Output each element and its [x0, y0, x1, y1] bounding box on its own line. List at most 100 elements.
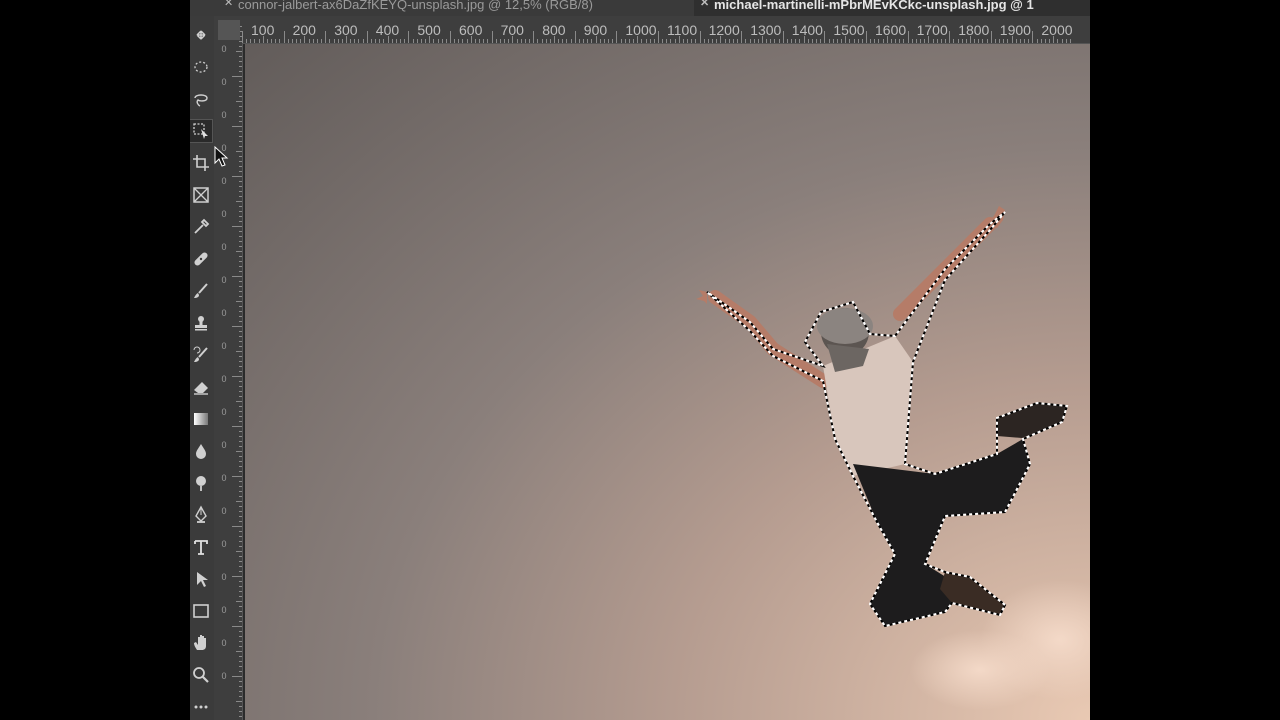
ruler-origin[interactable]: [218, 20, 240, 40]
ruler-tick: [239, 146, 242, 147]
ruler-tick: [300, 39, 302, 43]
ruler-tick: [239, 266, 242, 267]
move-icon[interactable]: [190, 24, 212, 46]
ruler-tick: [239, 606, 242, 607]
ruler-label: 0: [221, 308, 227, 318]
ruler-tick: [239, 371, 242, 372]
tab-label: connor-jalbert-ax6DaZfKEYQ-unsplash.jpg …: [238, 0, 593, 12]
pen-icon[interactable]: [190, 504, 212, 526]
ruler-tick: [239, 696, 242, 697]
ruler-tick: [945, 39, 947, 43]
drop-icon[interactable]: [190, 440, 212, 462]
ruler-tick: [316, 39, 318, 43]
path-selection-icon[interactable]: [190, 568, 212, 590]
ruler-tick: [928, 36, 930, 43]
ruler-tick: [239, 131, 242, 132]
ruler-tick: [545, 39, 547, 43]
frame-icon[interactable]: [190, 184, 212, 206]
ruler-tick: [239, 46, 242, 47]
ruler-tick: [239, 366, 242, 367]
ruler-tick: [232, 76, 242, 77]
ruler-tick: [516, 39, 518, 43]
object-selection-icon[interactable]: [190, 119, 213, 143]
ruler-tick: [239, 296, 242, 297]
ruler-tick: [239, 186, 242, 187]
ruler-label: 0: [221, 572, 227, 582]
ruler-tick: [612, 39, 614, 43]
ruler-tick: [239, 661, 242, 662]
ruler-tick: [728, 39, 730, 43]
ruler-tick: [239, 546, 242, 547]
ruler-tick: [239, 496, 242, 497]
ruler-tick: [232, 626, 242, 627]
close-icon[interactable]: ✕: [700, 0, 709, 9]
photoshop-window: ✕ connor-jalbert-ax6DaZfKEYQ-unsplash.jp…: [190, 0, 1090, 720]
ruler-tick: [986, 39, 988, 43]
ruler-tick: [387, 36, 389, 43]
ruler-tick: [603, 39, 605, 43]
document-tab-2[interactable]: ✕ michael-martinelli-mPbrMEvKCkc-unsplas…: [694, 0, 1090, 16]
ruler-tick: [920, 39, 922, 43]
ruler-tick: [529, 39, 531, 43]
zoom-icon[interactable]: [190, 664, 212, 686]
dodge-icon[interactable]: [190, 472, 212, 494]
document-tab-bar: ✕ connor-jalbert-ax6DaZfKEYQ-unsplash.jp…: [190, 0, 1090, 16]
more-icon[interactable]: [190, 696, 212, 718]
ruler-tick: [499, 39, 501, 43]
lasso-icon[interactable]: [190, 88, 212, 110]
ruler-tick: [766, 39, 768, 43]
ruler-tick: [537, 39, 539, 43]
gradient-icon[interactable]: [190, 408, 212, 430]
document-tab-1[interactable]: ✕ connor-jalbert-ax6DaZfKEYQ-unsplash.jp…: [218, 0, 692, 16]
ruler-tick: [832, 39, 834, 43]
ruler-tick: [239, 536, 242, 537]
ruler-tick: [915, 39, 917, 43]
close-icon[interactable]: ✕: [224, 0, 233, 9]
ruler-tick: [279, 39, 281, 43]
person-figure: [696, 206, 1067, 626]
ruler-tick: [239, 421, 242, 422]
ruler-tick: [878, 39, 880, 43]
ruler-tick: [239, 381, 242, 382]
ruler-tick: [239, 306, 242, 307]
history-brush-icon[interactable]: [190, 344, 212, 366]
eyedropper-icon[interactable]: [190, 216, 212, 238]
rectangle-icon[interactable]: [190, 600, 212, 622]
ruler-tick: [703, 39, 705, 43]
ruler-tick: [658, 31, 659, 43]
eraser-icon[interactable]: [190, 376, 212, 398]
ruler-tick: [570, 39, 572, 43]
ruler-tick: [232, 476, 242, 477]
ruler-tick: [924, 39, 926, 43]
crop-icon[interactable]: [190, 152, 212, 174]
bandage-icon[interactable]: [190, 248, 212, 270]
ruler-tick: [242, 31, 243, 43]
ruler-tick: [649, 39, 651, 43]
ruler-tick: [239, 441, 242, 442]
ruler-tick: [239, 556, 242, 557]
ruler-tick: [239, 531, 242, 532]
stamp-icon[interactable]: [190, 312, 212, 334]
ellipse-marquee-icon[interactable]: [190, 56, 212, 78]
ruler-tick: [239, 466, 242, 467]
brush-icon[interactable]: [190, 280, 212, 302]
ruler-tick: [239, 81, 242, 82]
ruler-tick: [957, 39, 959, 43]
ruler-tick: [239, 281, 242, 282]
type-icon[interactable]: [190, 536, 212, 558]
ruler-tick: [239, 641, 242, 642]
ruler-tick: [296, 39, 298, 43]
ruler-tick: [820, 39, 822, 43]
ruler-tick: [807, 39, 809, 43]
hand-icon[interactable]: [190, 632, 212, 654]
ruler-tick: [737, 39, 739, 43]
ruler-tick: [899, 39, 901, 43]
ruler-tick: [239, 261, 242, 262]
ruler-tick: [1044, 39, 1046, 43]
document-canvas[interactable]: [245, 44, 1090, 720]
ruler-tick: [239, 561, 242, 562]
tab-label: michael-martinelli-mPbrMEvKCkc-unsplash.…: [714, 0, 1034, 12]
ruler-tick: [782, 31, 784, 43]
ruler-tick: [239, 246, 242, 247]
ruler-tick: [474, 39, 476, 43]
